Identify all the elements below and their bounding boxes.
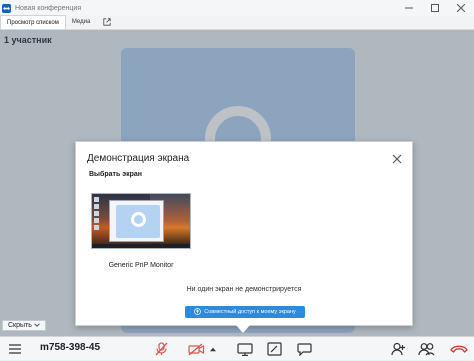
- desktop-icons: [94, 197, 100, 241]
- camera-muted-icon[interactable]: [186, 337, 206, 361]
- monitor-thumbnail[interactable]: [91, 193, 191, 249]
- screen-share-dialog: Демонстрация экрана Выбрать экран Generi…: [75, 141, 413, 326]
- bottom-toolbar: m758-398-45: [0, 336, 474, 360]
- share-status-text: Ни один экран не демонстрируется: [186, 286, 302, 293]
- participants-icon[interactable]: [416, 337, 436, 361]
- hang-up-icon[interactable]: [448, 337, 470, 361]
- hide-button-label: Скрыть: [8, 322, 32, 329]
- chevron-down-icon: [34, 322, 40, 330]
- mini-window-preview: [109, 200, 164, 242]
- conference-id: m758-398-45: [40, 342, 101, 353]
- title-bar: Новая конференция: [0, 0, 474, 16]
- tab-bar: Просмотр списком Медиа: [0, 15, 474, 30]
- menu-icon[interactable]: [4, 337, 26, 361]
- whiteboard-icon[interactable]: [264, 337, 284, 361]
- tab-list-view[interactable]: Просмотр списком: [0, 15, 66, 29]
- mini-taskbar: [92, 244, 190, 248]
- external-link-icon[interactable]: [100, 15, 114, 29]
- chat-icon[interactable]: [294, 337, 314, 361]
- share-screen-icon: [194, 307, 202, 317]
- close-icon[interactable]: [390, 152, 404, 166]
- minimize-icon[interactable]: [396, 0, 422, 16]
- tab-media[interactable]: Медиа: [66, 15, 96, 29]
- monitor-label: Generic PnP Monitor: [108, 262, 174, 269]
- dialog-subtitle: Выбрать экран: [89, 171, 142, 178]
- maximize-icon[interactable]: [422, 0, 448, 16]
- dialog-pointer: [236, 325, 250, 333]
- window-title: Новая конференция: [15, 4, 82, 12]
- monitor-icon[interactable]: [235, 337, 255, 361]
- add-participant-icon[interactable]: [388, 337, 408, 361]
- share-button-label: Совместный доступ к моему экрану: [204, 309, 296, 315]
- close-icon[interactable]: [448, 0, 474, 16]
- microphone-muted-icon[interactable]: [152, 337, 170, 361]
- teamviewer-icon: [2, 3, 11, 13]
- share-my-screen-button[interactable]: Совместный доступ к моему экрану: [185, 306, 305, 318]
- chevron-up-icon[interactable]: [208, 337, 218, 361]
- dialog-title: Демонстрация экрана: [87, 153, 190, 164]
- hide-toolbar-button[interactable]: Скрыть: [2, 320, 46, 331]
